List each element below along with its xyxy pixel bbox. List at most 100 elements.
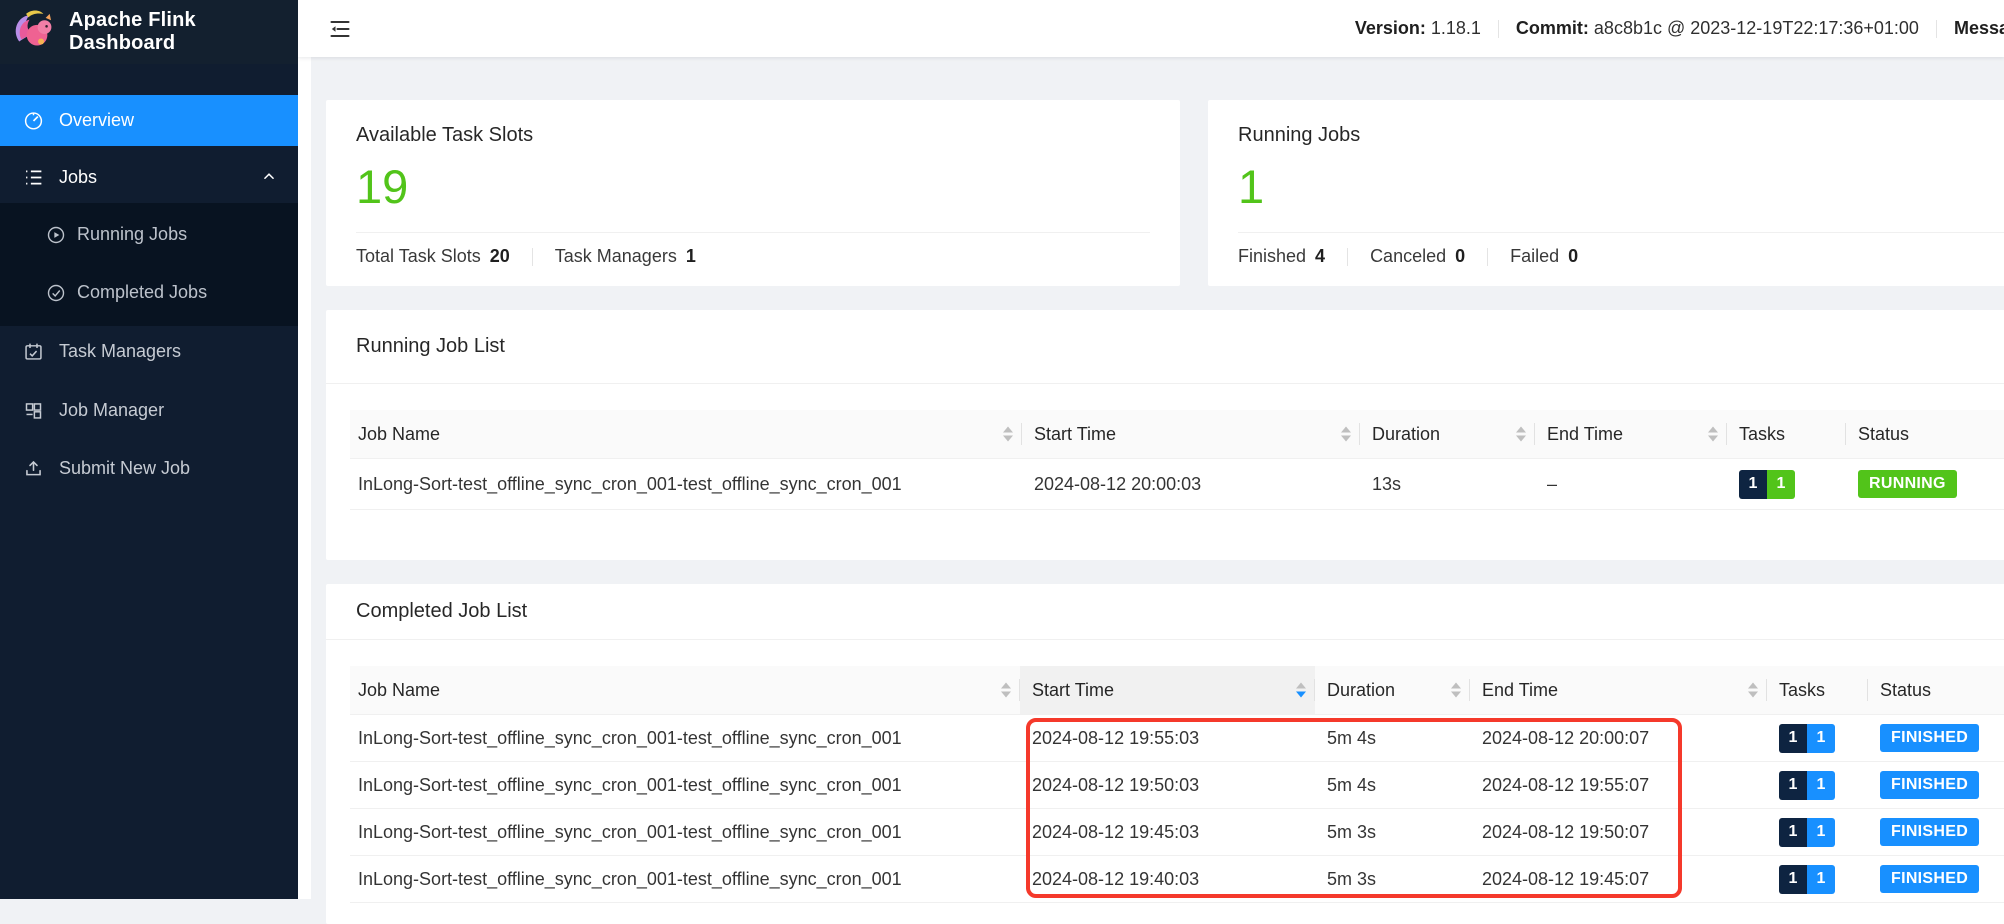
upload-icon bbox=[22, 458, 44, 480]
jobs-submenu: Running Jobs Completed Jobs bbox=[0, 203, 298, 326]
sort-icon bbox=[1708, 427, 1718, 442]
sort-icon bbox=[1748, 683, 1758, 698]
tasks-badges: 11 bbox=[1779, 724, 1835, 753]
chevron-up-icon bbox=[262, 167, 276, 188]
card-footer: Finished4 Canceled0 Failed0 bbox=[1208, 233, 2004, 280]
divider bbox=[1498, 20, 1499, 38]
running-jobs-card: Running Jobs 1 Finished4 Canceled0 Faile… bbox=[1208, 100, 2004, 286]
sidebar-item-completed-jobs[interactable]: Completed Jobs bbox=[0, 267, 298, 318]
calendar-icon bbox=[22, 341, 44, 363]
sort-icon-descending-active bbox=[1296, 683, 1306, 698]
card-title: Completed Job List bbox=[326, 584, 2004, 640]
canceled-count: Canceled0 bbox=[1370, 246, 1465, 267]
sidebar-menu: Overview Jobs bbox=[0, 64, 298, 494]
failed-count: Failed0 bbox=[1510, 246, 1578, 267]
tasks-badges: 11 bbox=[1779, 818, 1835, 847]
table-row[interactable]: InLong-Sort-test_offline_sync_cron_001-t… bbox=[350, 856, 2004, 903]
card-footer: Total Task Slots20 Task Managers1 bbox=[326, 233, 1180, 280]
sidebar-item-label: Completed Jobs bbox=[77, 282, 207, 303]
column-header-start-time[interactable]: Start Time bbox=[1020, 666, 1315, 715]
status-badge: FINISHED bbox=[1880, 724, 1979, 752]
sort-icon bbox=[1341, 427, 1351, 442]
sidebar-item-jobs[interactable]: Jobs bbox=[0, 152, 298, 203]
available-task-slots-card: Available Task Slots 19 Total Task Slots… bbox=[326, 100, 1180, 286]
running-job-list-card: Running Job List Job Name Start Time Dur… bbox=[326, 310, 2004, 560]
available-task-slots-value: 19 bbox=[326, 147, 1180, 211]
job-name-cell[interactable]: InLong-Sort-test_offline_sync_cron_001-t… bbox=[350, 809, 1020, 856]
running-jobs-value: 1 bbox=[1208, 147, 2004, 211]
app-title: Apache Flink Dashboard bbox=[69, 9, 298, 55]
job-name-cell[interactable]: InLong-Sort-test_offline_sync_cron_001-t… bbox=[350, 762, 1020, 809]
sort-icon bbox=[1003, 427, 1013, 442]
sort-icon bbox=[1001, 683, 1011, 698]
dashboard-icon bbox=[22, 110, 44, 132]
column-header-job-name[interactable]: Job Name bbox=[350, 666, 1020, 715]
card-title: Running Jobs bbox=[1208, 100, 2004, 147]
table-row[interactable]: InLong-Sort-test_offline_sync_cron_001-t… bbox=[350, 809, 2004, 856]
sidebar-item-label: Overview bbox=[59, 110, 134, 131]
table-header-row: Job Name Start Time Duration End Time Ta… bbox=[350, 666, 2004, 715]
total-task-slots: Total Task Slots20 bbox=[356, 246, 510, 267]
sidebar-item-running-jobs[interactable]: Running Jobs bbox=[0, 209, 298, 260]
sidebar-item-task-managers[interactable]: Task Managers bbox=[0, 326, 298, 377]
menu-fold-icon[interactable] bbox=[328, 17, 352, 41]
tasks-badges: 11 bbox=[1739, 470, 1795, 499]
sidebar-item-label: Task Managers bbox=[59, 341, 181, 362]
column-header-job-name[interactable]: Job Name bbox=[350, 410, 1022, 459]
job-name-cell[interactable]: InLong-Sort-test_offline_sync_cron_001-t… bbox=[350, 459, 1022, 510]
task-managers-count: Task Managers1 bbox=[555, 246, 696, 267]
job-name-cell[interactable]: InLong-Sort-test_offline_sync_cron_001-t… bbox=[350, 856, 1020, 903]
table-row[interactable]: InLong-Sort-test_offline_sync_cron_001-t… bbox=[350, 715, 2004, 762]
column-header-start-time[interactable]: Start Time bbox=[1022, 410, 1360, 459]
column-header-duration[interactable]: Duration bbox=[1360, 410, 1535, 459]
status-badge: FINISHED bbox=[1880, 818, 1979, 846]
message-label: Message bbox=[1954, 18, 2004, 39]
top-bar: Version: 1.18.1 Commit: a8c8b1c @ 2023-1… bbox=[298, 0, 2004, 57]
version-info: Version: 1.18.1 bbox=[1355, 18, 1481, 39]
completed-job-table: Job Name Start Time Duration End Time Ta… bbox=[350, 666, 2004, 903]
tasks-badges: 11 bbox=[1779, 771, 1835, 800]
sidebar-item-submit-new-job[interactable]: Submit New Job bbox=[0, 443, 298, 494]
status-badge: RUNNING bbox=[1858, 470, 1957, 498]
job-name-cell[interactable]: InLong-Sort-test_offline_sync_cron_001-t… bbox=[350, 715, 1020, 762]
flink-squirrel-logo-icon bbox=[10, 7, 56, 58]
tasks-badges: 11 bbox=[1779, 865, 1835, 894]
app-logo: Apache Flink Dashboard bbox=[0, 0, 298, 64]
sidebar-item-label: Running Jobs bbox=[77, 224, 187, 245]
divider bbox=[1487, 248, 1488, 266]
sidebar-scroll-track[interactable] bbox=[298, 57, 311, 899]
sort-icon bbox=[1451, 683, 1461, 698]
unordered-list-icon bbox=[22, 167, 44, 189]
commit-info: Commit: a8c8b1c @ 2023-12-19T22:17:36+01… bbox=[1516, 18, 1919, 39]
cluster-info: Version: 1.18.1 Commit: a8c8b1c @ 2023-1… bbox=[1355, 0, 2004, 57]
column-header-end-time[interactable]: End Time bbox=[1470, 666, 1767, 715]
card-title: Available Task Slots bbox=[326, 100, 1180, 147]
sidebar-item-overview[interactable]: Overview bbox=[0, 95, 298, 146]
column-header-status: Status bbox=[1868, 666, 2004, 715]
divider bbox=[1347, 248, 1348, 266]
table-row[interactable]: InLong-Sort-test_offline_sync_cron_001-t… bbox=[350, 762, 2004, 809]
table-header-row: Job Name Start Time Duration End Time Ta… bbox=[350, 410, 2004, 459]
sort-icon bbox=[1516, 427, 1526, 442]
completed-job-list-card: Completed Job List Job Name Start Time D… bbox=[326, 584, 2004, 924]
sidebar-item-job-manager[interactable]: Job Manager bbox=[0, 385, 298, 436]
main-content: Available Task Slots 19 Total Task Slots… bbox=[298, 57, 2004, 899]
sidebar-item-label: Submit New Job bbox=[59, 458, 190, 479]
column-header-tasks: Tasks bbox=[1767, 666, 1868, 715]
column-header-status: Status bbox=[1846, 410, 2004, 459]
column-header-tasks: Tasks bbox=[1727, 410, 1846, 459]
sidebar-item-label: Job Manager bbox=[59, 400, 164, 421]
check-circle-icon bbox=[45, 282, 67, 304]
sidebar: Apache Flink Dashboard Overview Jobs bbox=[0, 0, 298, 899]
status-badge: FINISHED bbox=[1880, 771, 1979, 799]
divider bbox=[532, 248, 533, 266]
build-icon bbox=[22, 400, 44, 422]
running-job-table: Job Name Start Time Duration End Time Ta… bbox=[350, 410, 2004, 510]
card-title: Running Job List bbox=[326, 310, 2004, 384]
status-badge: FINISHED bbox=[1880, 865, 1979, 893]
column-header-duration[interactable]: Duration bbox=[1315, 666, 1470, 715]
sidebar-item-label: Jobs bbox=[59, 167, 97, 188]
column-header-end-time[interactable]: End Time bbox=[1535, 410, 1727, 459]
play-circle-icon bbox=[45, 224, 67, 246]
table-row[interactable]: InLong-Sort-test_offline_sync_cron_001-t… bbox=[350, 459, 2004, 510]
